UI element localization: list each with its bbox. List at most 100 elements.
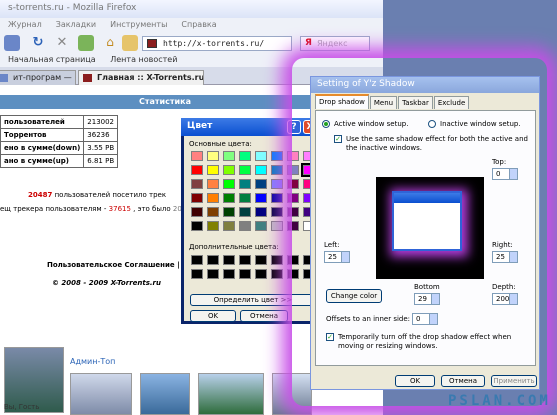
color-swatch[interactable] — [207, 221, 219, 231]
reload-icon[interactable]: ↻ — [30, 35, 46, 51]
color-swatch[interactable] — [255, 179, 267, 189]
offset-spinner[interactable]: 0 — [412, 313, 438, 325]
color-swatch[interactable] — [207, 207, 219, 217]
cancel-button[interactable]: Отмена — [240, 310, 288, 322]
custom-color-swatch[interactable] — [255, 269, 267, 279]
depth-spinner[interactable]: 200 — [492, 293, 518, 305]
color-swatch[interactable] — [255, 207, 267, 217]
color-swatch[interactable] — [239, 207, 251, 217]
custom-color-swatch[interactable] — [239, 269, 251, 279]
custom-color-swatch[interactable] — [255, 255, 267, 265]
color-swatch[interactable] — [255, 221, 267, 231]
bookmark-home[interactable]: Начальная страница — [8, 55, 96, 64]
right-label: Right: — [492, 241, 513, 249]
tab-exclude[interactable]: Exclude — [433, 96, 470, 109]
add-bookmark-icon[interactable] — [78, 35, 94, 51]
color-swatch[interactable] — [207, 179, 219, 189]
color-swatch[interactable] — [223, 179, 235, 189]
color-swatch[interactable] — [271, 165, 283, 175]
color-swatch[interactable] — [191, 207, 203, 217]
agreement-link[interactable]: Пользовательское Соглашение | Ре — [47, 261, 192, 269]
tab-menu[interactable]: Menu — [369, 96, 398, 109]
custom-color-swatch[interactable] — [223, 269, 235, 279]
color-swatch[interactable] — [191, 151, 203, 161]
custom-color-swatch[interactable] — [239, 255, 251, 265]
site-favicon-icon — [147, 39, 157, 48]
color-swatch[interactable] — [223, 151, 235, 161]
color-swatch[interactable] — [271, 179, 283, 189]
color-swatch[interactable] — [271, 207, 283, 217]
left-spinner[interactable]: 25 — [324, 251, 350, 263]
offset-label: Offsets to an inner side: — [326, 315, 411, 323]
custom-color-swatch[interactable] — [191, 269, 203, 279]
custom-color-swatch[interactable] — [191, 255, 203, 265]
left-label: Left: — [324, 241, 340, 249]
bookmark-news[interactable]: Лента новостей — [110, 55, 177, 64]
shadow-ok-button[interactable]: OK — [395, 375, 435, 387]
menu-history[interactable]: Журнал — [8, 20, 42, 33]
table-row: пользователей 213002 — [0, 115, 119, 129]
gallery-thumbnail[interactable] — [198, 373, 264, 415]
gallery-thumbnail[interactable] — [70, 373, 132, 415]
tab-drop-shadow[interactable]: Drop shadow — [315, 94, 369, 109]
color-swatch[interactable] — [271, 193, 283, 203]
right-spinner[interactable]: 25 — [492, 251, 518, 263]
same-effect-checkbox[interactable]: ✓ — [334, 135, 342, 143]
gallery-thumbnail[interactable] — [140, 373, 190, 415]
ok-button[interactable]: OK — [190, 310, 236, 322]
color-swatch[interactable] — [207, 193, 219, 203]
search-box[interactable]: Я Яндекс — [300, 36, 370, 51]
back-icon[interactable] — [4, 35, 20, 51]
color-swatch[interactable] — [239, 193, 251, 203]
temp-off-checkbox[interactable]: ✓ — [326, 333, 334, 341]
color-swatch[interactable] — [191, 179, 203, 189]
same-effect-label: Use the same shadow effect for both the … — [346, 135, 528, 152]
color-swatch[interactable] — [207, 151, 219, 161]
shadow-settings-window: Setting of Y'z Shadow Drop shadow Menu T… — [310, 76, 540, 390]
color-swatch[interactable] — [191, 221, 203, 231]
custom-color-swatch[interactable] — [271, 255, 283, 265]
active-window-label: Active window setup. — [334, 120, 409, 128]
color-swatch[interactable] — [239, 179, 251, 189]
admin-top-link[interactable]: Админ-Топ — [70, 357, 115, 366]
stop-icon[interactable]: ✕ — [54, 35, 70, 51]
tab-taskbar[interactable]: Taskbar — [398, 96, 433, 109]
color-swatch[interactable] — [223, 165, 235, 175]
inactive-window-label: Inactive window setup. — [440, 120, 521, 128]
top-spinner[interactable]: 0 — [492, 168, 518, 180]
custom-color-swatch[interactable] — [271, 269, 283, 279]
custom-color-swatch[interactable] — [207, 255, 219, 265]
color-swatch[interactable] — [271, 221, 283, 231]
apply-button[interactable]: Применить — [491, 375, 537, 387]
shadow-cancel-button[interactable]: Отмена — [441, 375, 485, 387]
custom-color-swatch[interactable] — [223, 255, 235, 265]
color-swatch[interactable] — [239, 151, 251, 161]
color-swatch[interactable] — [223, 221, 235, 231]
color-swatch[interactable] — [239, 165, 251, 175]
active-window-radio[interactable] — [322, 120, 330, 128]
color-swatch[interactable] — [191, 165, 203, 175]
color-swatch[interactable] — [223, 207, 235, 217]
menu-bookmarks[interactable]: Закладки — [56, 20, 96, 33]
inactive-window-radio[interactable] — [428, 120, 436, 128]
tab-programs[interactable]: ит-програм — Ви... — [0, 70, 76, 85]
change-color-button[interactable]: Change color — [326, 289, 382, 303]
custom-color-swatch[interactable] — [207, 269, 219, 279]
color-swatch[interactable] — [271, 151, 283, 161]
menu-help[interactable]: Справка — [181, 20, 216, 33]
color-swatch[interactable] — [191, 193, 203, 203]
home-icon[interactable]: ⌂ — [102, 35, 118, 51]
stats-header: Статистика — [0, 95, 330, 109]
tab-xtorrents[interactable]: Главная :: X-Torrents.ru — [78, 70, 204, 85]
shadow-preview — [376, 177, 484, 279]
tool-icon[interactable] — [122, 35, 138, 51]
color-swatch[interactable] — [207, 165, 219, 175]
menu-tools[interactable]: Инструменты — [110, 20, 167, 33]
color-swatch[interactable] — [223, 193, 235, 203]
color-swatch[interactable] — [255, 165, 267, 175]
address-bar[interactable]: http://x-torrents.ru/ — [142, 36, 292, 51]
color-swatch[interactable] — [255, 193, 267, 203]
bottom-spinner[interactable]: 29 — [414, 293, 440, 305]
color-swatch[interactable] — [255, 151, 267, 161]
color-swatch[interactable] — [239, 221, 251, 231]
